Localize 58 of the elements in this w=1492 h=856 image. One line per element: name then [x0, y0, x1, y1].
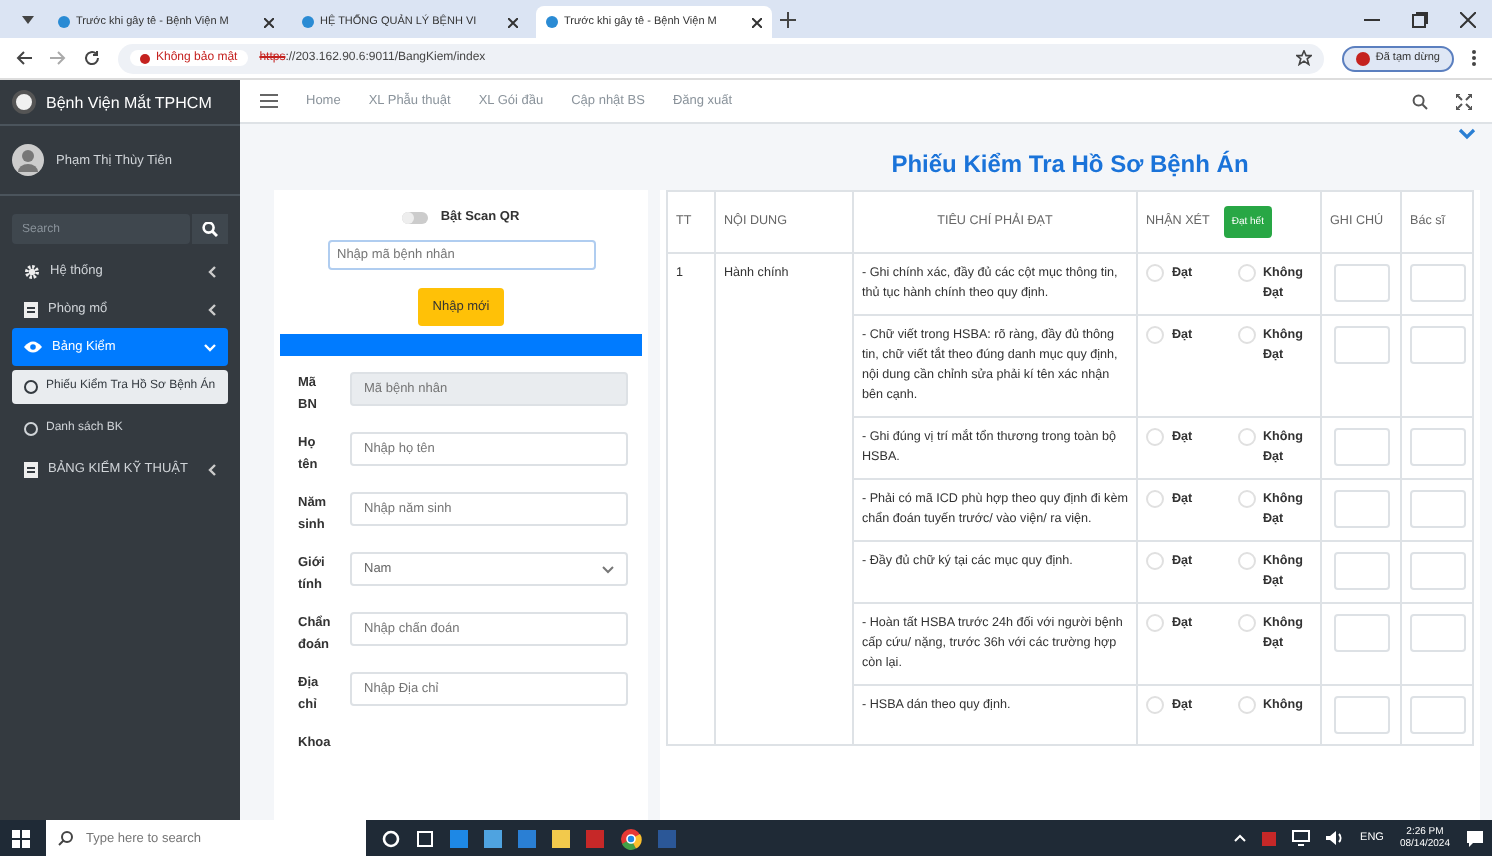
note-field[interactable]: [1333, 428, 1389, 466]
close-icon[interactable]: [264, 17, 274, 27]
eye-icon: [24, 340, 42, 354]
app-icon[interactable]: [586, 829, 604, 847]
task-view-icon[interactable]: [416, 829, 434, 847]
dropdown-caret-icon: [602, 565, 614, 573]
network-icon[interactable]: [1292, 830, 1311, 846]
doctor-field[interactable]: [1410, 696, 1466, 734]
brand-name: Bệnh Viện Mắt TPHCM: [46, 93, 212, 111]
close-icon[interactable]: [752, 17, 762, 27]
note-field[interactable]: [1333, 696, 1389, 734]
document-icon: [24, 461, 38, 477]
avatar-icon: [12, 144, 44, 176]
notification-icon[interactable]: [1466, 829, 1484, 847]
reload-icon[interactable]: [84, 50, 100, 66]
doctor-field[interactable]: [1410, 428, 1466, 466]
search-icon[interactable]: [1412, 93, 1428, 109]
note-field[interactable]: [1333, 552, 1389, 590]
browser-app-icon[interactable]: [450, 829, 468, 847]
note-field[interactable]: [1333, 264, 1389, 302]
logo-icon: [12, 90, 36, 114]
fullscreen-icon[interactable]: [1456, 93, 1472, 109]
speaker-icon[interactable]: [1326, 830, 1345, 846]
store-app-icon[interactable]: [484, 829, 502, 847]
chevron-icon[interactable]: [1458, 128, 1476, 140]
doctor-field[interactable]: [1410, 264, 1466, 302]
note-field[interactable]: [1333, 614, 1389, 652]
cortana-icon[interactable]: [382, 829, 400, 847]
star-icon[interactable]: [1295, 50, 1312, 66]
mail-app-icon[interactable]: [518, 829, 536, 847]
chevron-down-icon: [204, 343, 216, 351]
doctor-field[interactable]: [1410, 490, 1466, 528]
chrome-app-icon[interactable]: [620, 827, 642, 849]
restore-icon[interactable]: [1412, 11, 1428, 27]
document-icon: [24, 301, 38, 317]
folder-app-icon[interactable]: [552, 829, 570, 847]
search-icon: [46, 820, 78, 856]
doctor-field[interactable]: [1410, 552, 1466, 590]
note-field[interactable]: [1333, 326, 1389, 364]
new-tab-icon[interactable]: [780, 11, 796, 27]
chevron-left-icon: [208, 303, 216, 315]
page-title: Phiếu Kiểm Tra Hồ Sơ Bệnh Án: [891, 149, 1249, 177]
doctor-field[interactable]: [1410, 614, 1466, 652]
chevron-left-icon: [208, 463, 216, 475]
toggle-switch[interactable]: [402, 211, 429, 223]
note-field[interactable]: [1333, 490, 1389, 528]
tray-caret-icon[interactable]: [1234, 834, 1247, 842]
close-icon[interactable]: [508, 17, 518, 27]
search-icon[interactable]: [192, 214, 228, 244]
menu-icon[interactable]: [260, 94, 278, 108]
tray-app-icon[interactable]: [1262, 831, 1277, 845]
windows-start-icon[interactable]: [12, 829, 30, 847]
gear-icon: [24, 263, 40, 279]
close-icon[interactable]: [1460, 11, 1476, 27]
chevron-left-icon: [208, 265, 216, 277]
back-icon[interactable]: [16, 50, 32, 66]
tab-list-icon[interactable]: [16, 15, 40, 23]
doctor-field[interactable]: [1410, 326, 1466, 364]
